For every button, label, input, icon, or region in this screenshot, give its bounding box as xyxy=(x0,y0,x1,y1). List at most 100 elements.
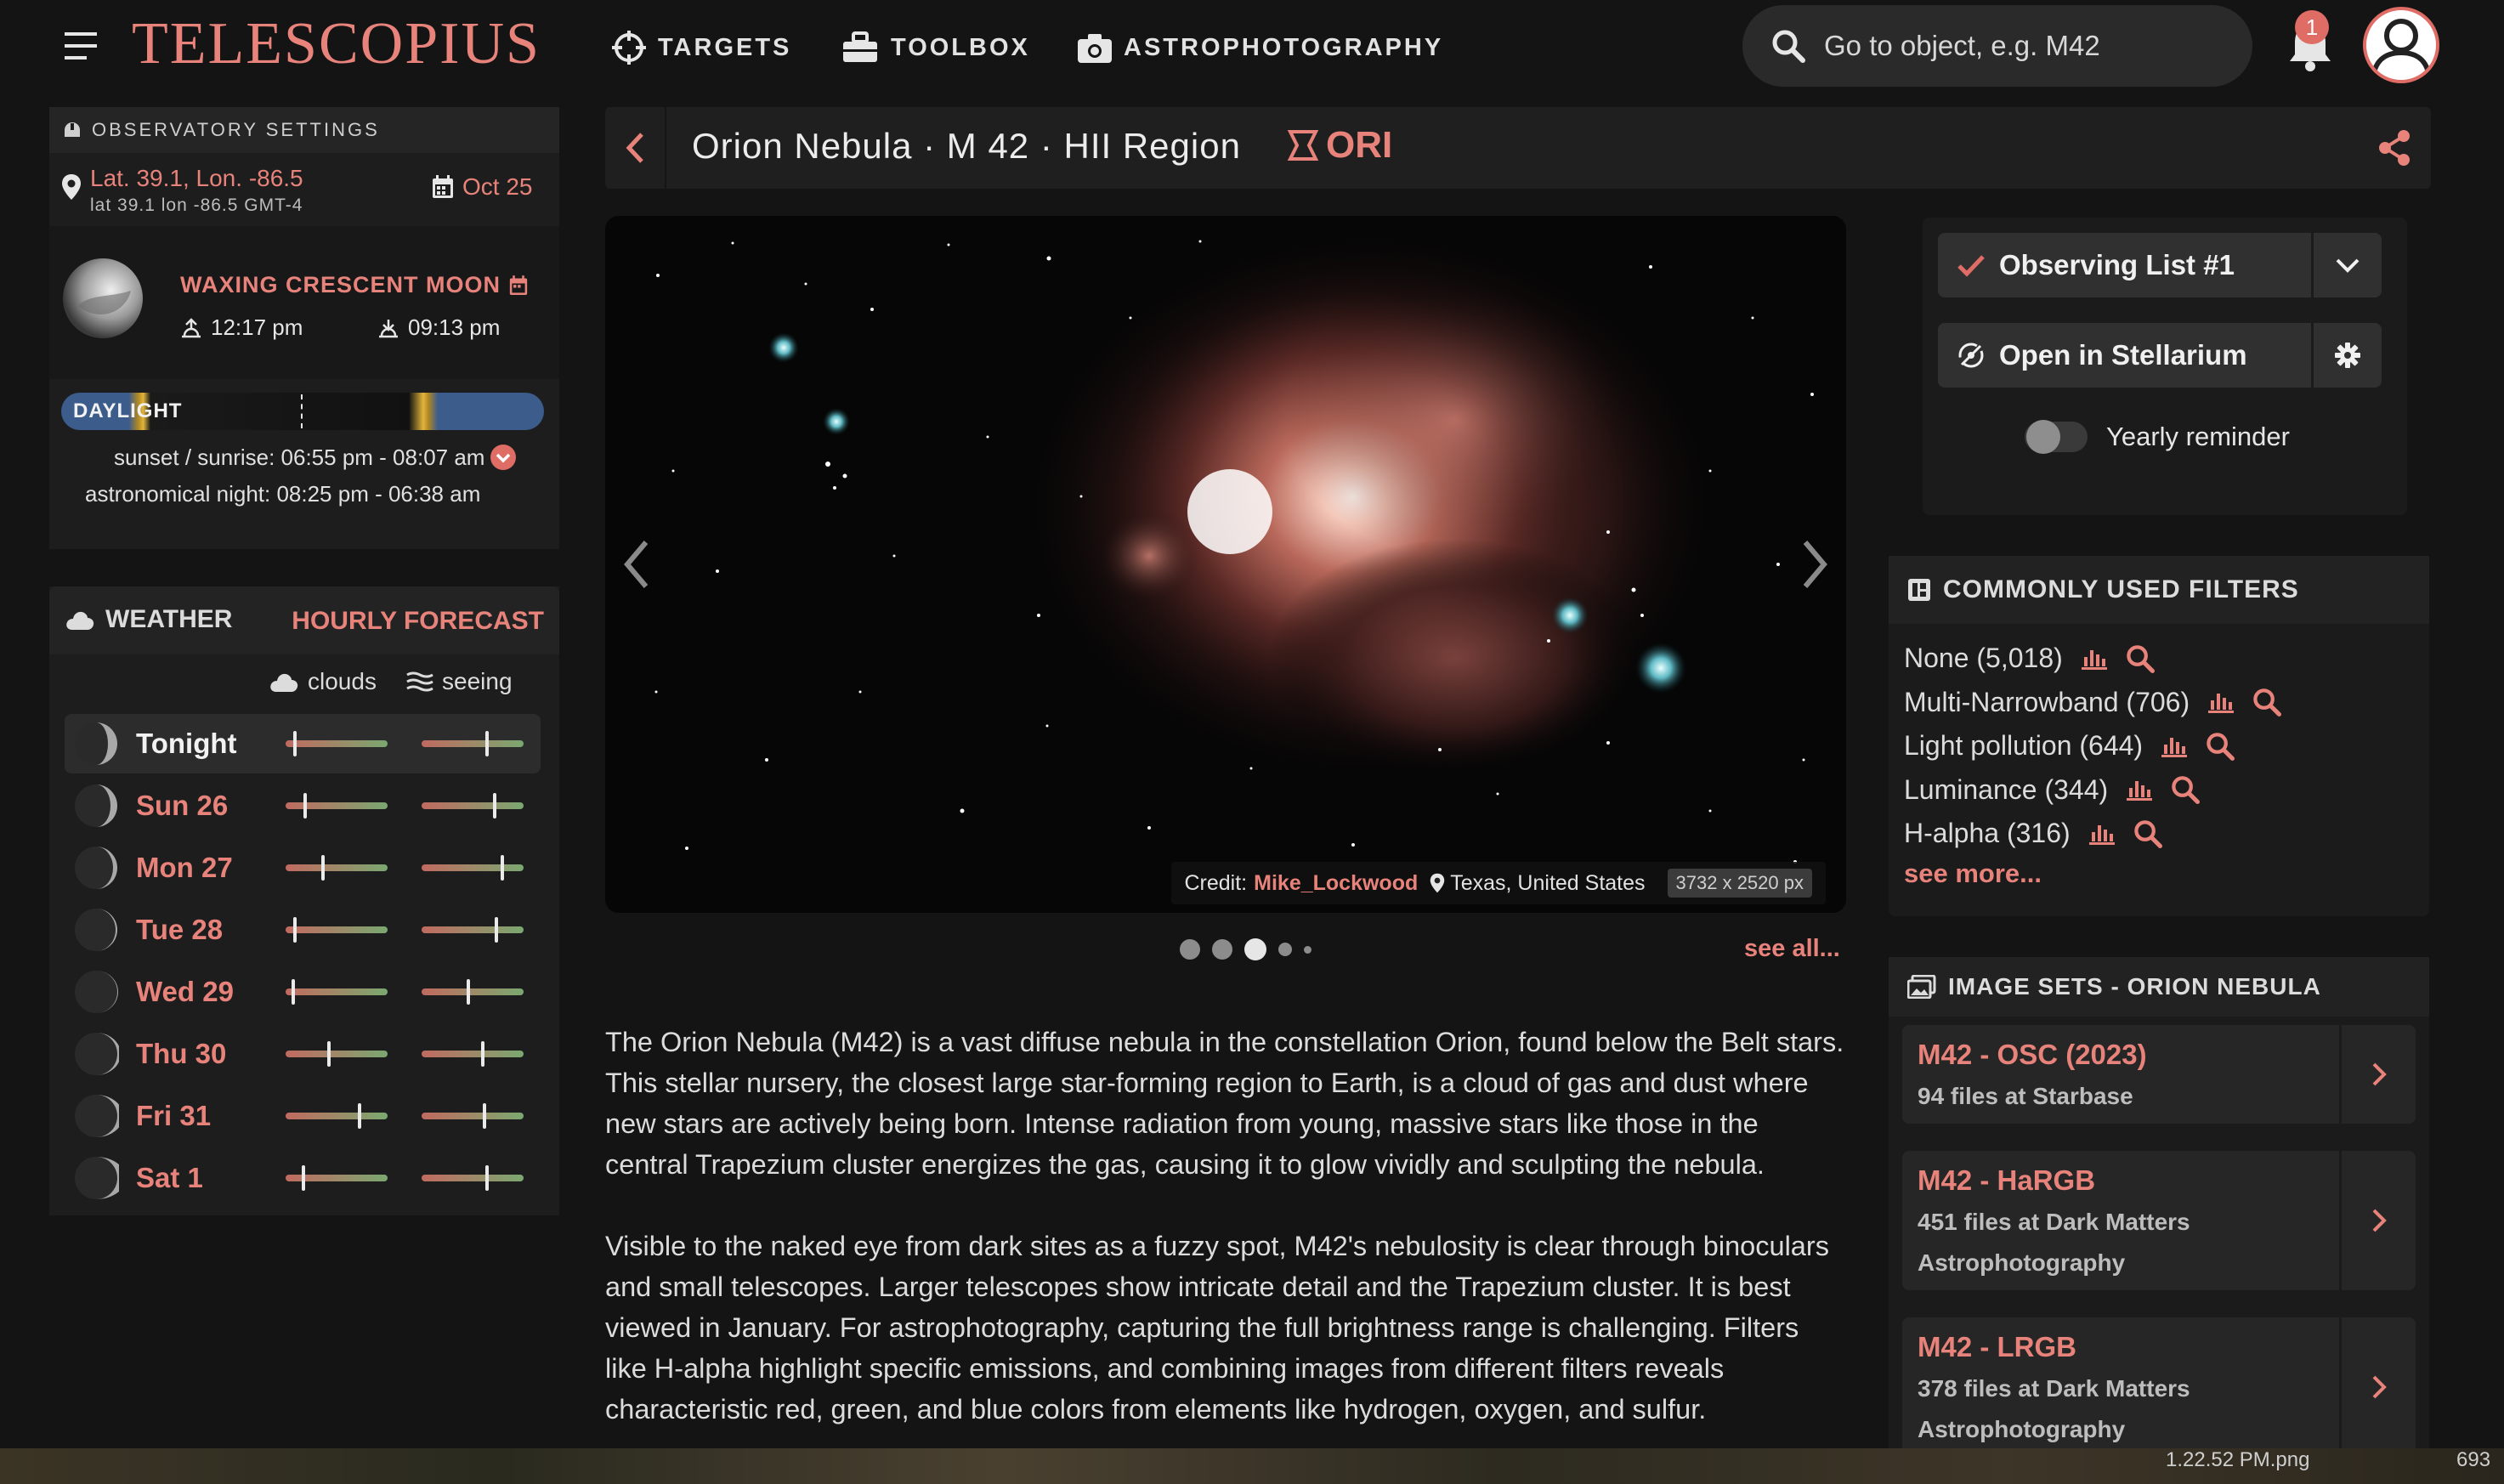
hourly-forecast-link[interactable]: HOURLY FORECAST xyxy=(292,607,544,636)
chevron-down-icon xyxy=(2335,258,2360,273)
location-pin-icon xyxy=(61,173,82,201)
see-all-images-link[interactable]: see all... xyxy=(1744,935,1840,963)
weather-day-label: Tonight xyxy=(136,728,237,759)
back-button[interactable] xyxy=(605,107,666,189)
image-sets-header: IMAGE SETS - ORION NEBULA xyxy=(1889,957,2429,1017)
check-icon xyxy=(1957,253,1986,277)
moon-phase-icon xyxy=(75,784,117,827)
bar-chart-icon[interactable] xyxy=(2207,690,2235,714)
weather-day-row[interactable]: Tue 28 xyxy=(65,900,541,960)
seeing-bar xyxy=(422,802,524,809)
open-stellarium-button[interactable]: Open in Stellarium xyxy=(1938,323,2314,388)
moon-info: WAXING CRESCENT MOON 12:17 pm 09:13 pm xyxy=(49,226,559,379)
clouds-marker xyxy=(302,1165,305,1191)
moon-phase-icon xyxy=(75,847,117,889)
search-icon[interactable] xyxy=(2171,775,2201,804)
image-set-subtitle: 378 files at Dark Matters Astrophotograp… xyxy=(1918,1375,2190,1442)
astronomical-night: astronomical night: 08:25 pm - 06:38 am xyxy=(85,481,481,507)
chevron-left-icon xyxy=(625,131,645,165)
search-input[interactable] xyxy=(1824,30,2224,62)
observing-list-button[interactable]: Observing List #1 xyxy=(1938,233,2314,297)
image-set-subtitle: 94 files at Starbase xyxy=(1918,1083,2133,1109)
camera-icon xyxy=(1078,32,1112,63)
weather-day-row[interactable]: Tonight xyxy=(65,714,541,773)
weather-day-row[interactable]: Sat 1 xyxy=(65,1148,541,1208)
object-image-carousel[interactable]: Credit: Mike_Lockwood Texas, United Stat… xyxy=(605,216,1846,913)
see-more-filters-link[interactable]: see more... xyxy=(1904,858,2042,889)
weather-day-row[interactable]: Sun 26 xyxy=(65,776,541,835)
seeing-marker xyxy=(483,1103,486,1129)
bar-chart-icon[interactable] xyxy=(2125,778,2154,801)
menu-icon[interactable] xyxy=(65,29,99,63)
clouds-bar xyxy=(286,740,388,747)
yearly-reminder-toggle[interactable] xyxy=(2025,420,2088,454)
open-stellarium-label: Open in Stellarium xyxy=(1999,339,2247,371)
clouds-bar xyxy=(286,988,388,995)
image-set-subtitle: 451 files at Dark Matters Astrophotograp… xyxy=(1918,1209,2190,1276)
brand-logo[interactable]: TELESCOPIUS xyxy=(132,10,541,78)
carousel-dot[interactable] xyxy=(1212,939,1232,960)
carousel-dots xyxy=(1180,938,1311,960)
search-icon[interactable] xyxy=(2133,819,2162,848)
filter-label: Multi-Narrowband (706) xyxy=(1904,686,2190,717)
observatory-settings-header[interactable]: OBSERVATORY SETTINGS xyxy=(49,107,559,153)
carousel-dot[interactable] xyxy=(1180,939,1200,960)
weather-label: WEATHER xyxy=(105,605,233,633)
image-set-title: M42 - LRGB xyxy=(1918,1331,2077,1362)
clouds-marker xyxy=(358,1103,361,1129)
toggle-knob xyxy=(2026,420,2060,454)
seeing-bar xyxy=(422,1175,524,1181)
moonrise-icon xyxy=(180,317,202,338)
nav-targets-label: TARGETS xyxy=(658,33,792,61)
weather-title: WEATHER xyxy=(65,605,232,634)
carousel-next-icon[interactable] xyxy=(1800,539,1829,590)
nav-astrophotography-label: ASTROPHOTOGRAPHY xyxy=(1124,33,1444,61)
search-icon[interactable] xyxy=(2252,688,2282,717)
moon-phase-link[interactable]: WAXING CRESCENT MOON xyxy=(180,272,528,298)
chevron-down-circle-icon[interactable] xyxy=(490,444,517,471)
carousel-dot[interactable] xyxy=(1278,943,1292,956)
search-icon[interactable] xyxy=(2206,732,2235,761)
image-set-card[interactable]: M42 - LRGB 378 files at Dark Matters Ast… xyxy=(1902,1317,2416,1457)
carousel-prev-icon[interactable] xyxy=(622,539,651,590)
weather-day-row[interactable]: Fri 31 xyxy=(65,1086,541,1146)
weather-day-row[interactable]: Mon 27 xyxy=(65,838,541,898)
image-set-card[interactable]: M42 - HaRGB 451 files at Dark Matters As… xyxy=(1902,1151,2416,1290)
chevron-right-icon[interactable] xyxy=(2339,1317,2416,1457)
carousel-dot[interactable] xyxy=(1304,945,1311,954)
image-set-card[interactable]: M42 - OSC (2023) 94 files at Starbase xyxy=(1902,1025,2416,1124)
stellarium-settings-button[interactable] xyxy=(2314,323,2382,388)
clouds-bar xyxy=(286,1175,388,1181)
constellation-link[interactable]: ORI xyxy=(1287,124,1392,167)
location-link[interactable]: Lat. 39.1, Lon. -86.5 xyxy=(90,165,303,192)
weather-day-row[interactable]: Wed 29 xyxy=(65,962,541,1022)
nav-targets[interactable]: TARGETS xyxy=(612,27,791,68)
nav-toolbox[interactable]: TOOLBOX xyxy=(841,27,1030,68)
bar-chart-icon[interactable] xyxy=(2088,822,2116,846)
moon-phase-icon xyxy=(75,722,117,765)
date-picker[interactable]: Oct 25 xyxy=(432,173,532,201)
share-icon[interactable] xyxy=(2378,129,2411,167)
object-actions-panel: Observing List #1 Open in Stellarium Yea… xyxy=(1923,218,2407,515)
chevron-right-icon[interactable] xyxy=(2339,1025,2416,1124)
daylight-bar[interactable]: DAYLIGHT xyxy=(61,393,544,430)
moon-phase-icon xyxy=(75,1033,119,1075)
image-credit: Credit: Mike_Lockwood Texas, United Stat… xyxy=(1170,862,1826,904)
seeing-bar xyxy=(422,864,524,871)
seeing-marker xyxy=(493,793,496,818)
bar-chart-icon[interactable] xyxy=(2160,734,2189,758)
search-icon[interactable] xyxy=(2126,644,2155,673)
weather-day-row[interactable]: Thu 30 xyxy=(65,1024,541,1084)
clouds-bar xyxy=(286,864,388,871)
chevron-right-icon[interactable] xyxy=(2339,1151,2416,1290)
nav-astrophotography[interactable]: ASTROPHOTOGRAPHY xyxy=(1078,27,1443,68)
user-avatar[interactable] xyxy=(2363,7,2439,83)
carousel-dot-active[interactable] xyxy=(1244,938,1266,960)
search-bar[interactable] xyxy=(1742,5,2252,87)
seeing-marker xyxy=(485,1165,489,1191)
moon-phase-icon xyxy=(75,909,117,951)
bar-chart-icon[interactable] xyxy=(2080,647,2109,671)
credit-user-link[interactable]: Mike_Lockwood xyxy=(1254,871,1418,896)
object-description-1: The Orion Nebula (M42) is a vast diffuse… xyxy=(605,1027,1844,1180)
observing-list-dropdown[interactable] xyxy=(2314,233,2382,297)
